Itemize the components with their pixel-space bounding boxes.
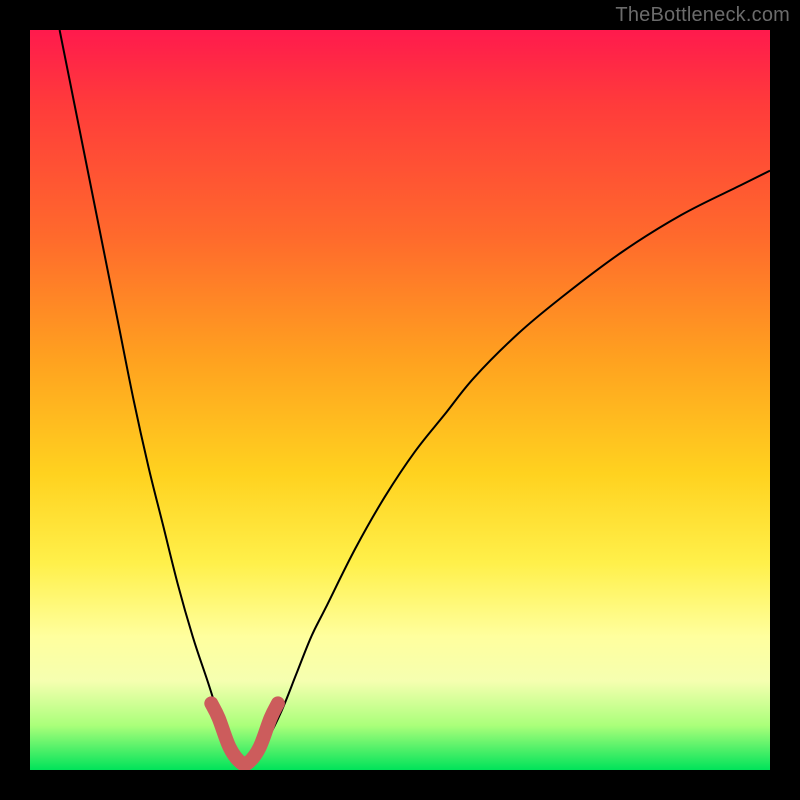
highlight-region — [211, 703, 278, 764]
bottleneck-curve-right — [245, 171, 770, 770]
bottleneck-curve-left — [60, 30, 245, 770]
watermark-text: TheBottleneck.com — [615, 4, 790, 27]
chart-plot-area — [30, 30, 770, 770]
chart-svg — [30, 30, 770, 770]
